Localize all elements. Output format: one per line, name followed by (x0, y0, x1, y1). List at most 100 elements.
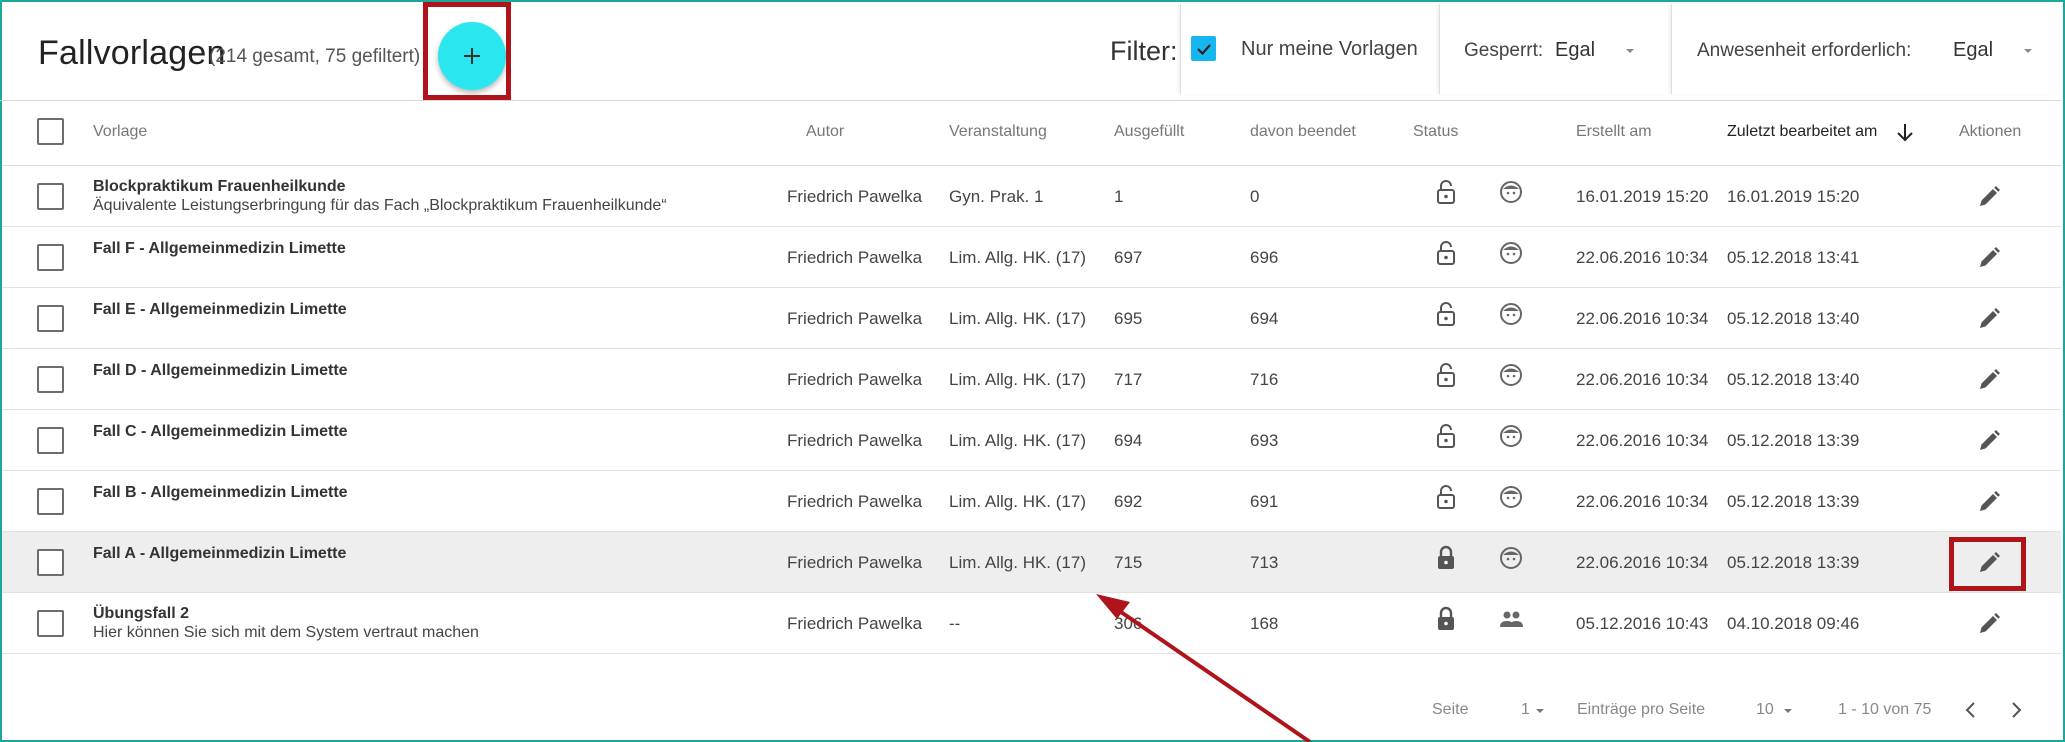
row-subtitle: Hier können Sie sich mit dem System vert… (93, 624, 479, 641)
chevron-down-icon[interactable] (1782, 705, 1794, 717)
row-author: Friedrich Pawelka (787, 553, 923, 572)
filter-label: Filter: (1110, 36, 1178, 66)
col-finished[interactable]: davon beendet (1250, 123, 1356, 141)
row-finished: 716 (1250, 370, 1279, 389)
row-filled: 694 (1114, 431, 1143, 450)
table-row[interactable]: Fall E - Allgemeinmedizin Limette Friedri… (2, 288, 2061, 349)
row-created: 22.06.2016 10:34 (1576, 309, 1709, 328)
row-checkbox[interactable] (37, 549, 64, 576)
row-filled: 1 (1114, 187, 1124, 206)
chevron-down-icon[interactable] (1534, 705, 1546, 717)
row-author: Friedrich Pawelka (787, 187, 923, 206)
lock-open-icon (1432, 483, 1460, 511)
row-checkbox[interactable] (37, 427, 64, 454)
col-status[interactable]: Status (1413, 123, 1458, 141)
locked-filter-select[interactable]: Egal (1555, 39, 1595, 62)
table-row[interactable]: Übungsfall 2 Hier können Sie sich mit dem… (2, 593, 2061, 654)
per-page-select[interactable]: 10 (1756, 701, 1774, 719)
edit-icon[interactable] (1976, 306, 2002, 332)
lock-open-icon (1432, 422, 1460, 450)
row-created: 05.12.2016 10:43 (1576, 614, 1709, 633)
row-finished: 693 (1250, 431, 1279, 450)
table-row[interactable]: Fall D - Allgemeinmedizin Limette Friedri… (2, 349, 2061, 410)
row-edited: 05.12.2018 13:39 (1727, 431, 1860, 450)
row-title: Fall D - Allgemeinmedizin Limette (93, 362, 348, 379)
edit-icon[interactable] (1976, 428, 2002, 454)
row-title: Blockpraktikum Frauenheilkunde (93, 178, 346, 195)
row-created: 22.06.2016 10:34 (1576, 370, 1709, 389)
chevron-down-icon[interactable] (1623, 44, 1637, 58)
row-author: Friedrich Pawelka (787, 492, 923, 511)
col-filled[interactable]: Ausgefüllt (1114, 123, 1184, 141)
row-created: 22.06.2016 10:34 (1576, 492, 1709, 511)
own-templates-checkbox[interactable] (1191, 36, 1216, 61)
table-footer: Seite 1 Einträge pro Seite 10 1 - 10 von… (2, 665, 2061, 740)
chevron-left-icon[interactable] (1960, 699, 1982, 721)
edit-icon[interactable] (1976, 611, 2002, 637)
locked-filter-label: Gesperrt: (1464, 40, 1544, 61)
row-event: Lim. Allg. HK. (17) (949, 309, 1086, 328)
lock-closed-icon (1432, 605, 1460, 633)
row-filled: 695 (1114, 309, 1143, 328)
face-icon (1497, 422, 1525, 450)
row-event: Lim. Allg. HK. (17) (949, 553, 1086, 572)
page-title: Fallvorlagen (38, 34, 226, 72)
highlight-box-edit (1949, 537, 2026, 591)
row-author: Friedrich Pawelka (787, 248, 923, 267)
page-select[interactable]: 1 (1521, 701, 1530, 719)
row-title: Fall A - Allgemeinmedizin Limette (93, 545, 347, 562)
row-checkbox[interactable] (37, 244, 64, 271)
lock-open-icon (1432, 239, 1460, 267)
row-finished: 168 (1250, 614, 1279, 633)
row-finished: 0 (1250, 187, 1260, 206)
select-all-checkbox[interactable] (37, 118, 64, 145)
lock-open-icon (1432, 178, 1460, 206)
row-event: Lim. Allg. HK. (17) (949, 492, 1086, 511)
own-templates-label[interactable]: Nur meine Vorlagen (1241, 38, 1418, 61)
col-created[interactable]: Erstellt am (1576, 123, 1652, 141)
row-title: Fall B - Allgemeinmedizin Limette (93, 484, 348, 501)
chevron-right-icon[interactable] (2005, 699, 2027, 721)
chevron-down-icon[interactable] (2021, 44, 2035, 58)
edit-icon[interactable] (1976, 489, 2002, 515)
row-edited: 16.01.2019 15:20 (1727, 187, 1860, 206)
face-icon (1497, 239, 1525, 267)
col-template[interactable]: Vorlage (93, 123, 147, 141)
edit-icon[interactable] (1976, 245, 2002, 271)
attendance-filter-label: Anwesenheit erforderlich: (1697, 40, 1912, 61)
row-author: Friedrich Pawelka (787, 614, 923, 633)
edit-icon[interactable] (1976, 367, 2002, 393)
row-author: Friedrich Pawelka (787, 370, 923, 389)
row-title: Fall E - Allgemeinmedizin Limette (93, 301, 347, 318)
row-edited: 05.12.2018 13:39 (1727, 492, 1860, 511)
row-created: 22.06.2016 10:34 (1576, 431, 1709, 450)
template-counts: (214 gesamt, 75 gefiltert) (209, 46, 421, 67)
col-author[interactable]: Autor (806, 123, 844, 141)
row-checkbox[interactable] (37, 488, 64, 515)
row-event: Lim. Allg. HK. (17) (949, 370, 1086, 389)
face-icon (1497, 361, 1525, 389)
col-event[interactable]: Veranstaltung (949, 123, 1047, 141)
edit-icon[interactable] (1976, 184, 2002, 210)
row-checkbox[interactable] (37, 610, 64, 637)
row-author: Friedrich Pawelka (787, 309, 923, 328)
row-subtitle: Äquivalente Leistungserbringung für das … (93, 197, 667, 214)
col-edited[interactable]: Zuletzt bearbeitet am (1727, 123, 1877, 141)
row-checkbox[interactable] (37, 305, 64, 332)
col-actions: Aktionen (1959, 123, 2022, 140)
table-row[interactable]: Fall B - Allgemeinmedizin Limette Friedri… (2, 471, 2061, 532)
table-row[interactable]: Fall F - Allgemeinmedizin Limette Friedri… (2, 227, 2061, 288)
row-filled: 306 (1114, 614, 1143, 633)
table-row[interactable]: Blockpraktikum Frauenheilkunde Äquivalent… (2, 166, 2061, 227)
row-checkbox[interactable] (37, 183, 64, 210)
row-checkbox[interactable] (37, 366, 64, 393)
arrow-down-icon[interactable] (1893, 120, 1917, 144)
face-icon (1497, 178, 1525, 206)
row-created: 22.06.2016 10:34 (1576, 248, 1709, 267)
row-event: Lim. Allg. HK. (17) (949, 431, 1086, 450)
row-created: 16.01.2019 15:20 (1576, 187, 1709, 206)
table-row[interactable]: Fall C - Allgemeinmedizin Limette Friedri… (2, 410, 2061, 471)
table-row[interactable]: Fall A - Allgemeinmedizin Limette Friedri… (2, 532, 2061, 593)
row-event: -- (949, 614, 961, 633)
attendance-filter-select[interactable]: Egal (1953, 39, 1993, 62)
